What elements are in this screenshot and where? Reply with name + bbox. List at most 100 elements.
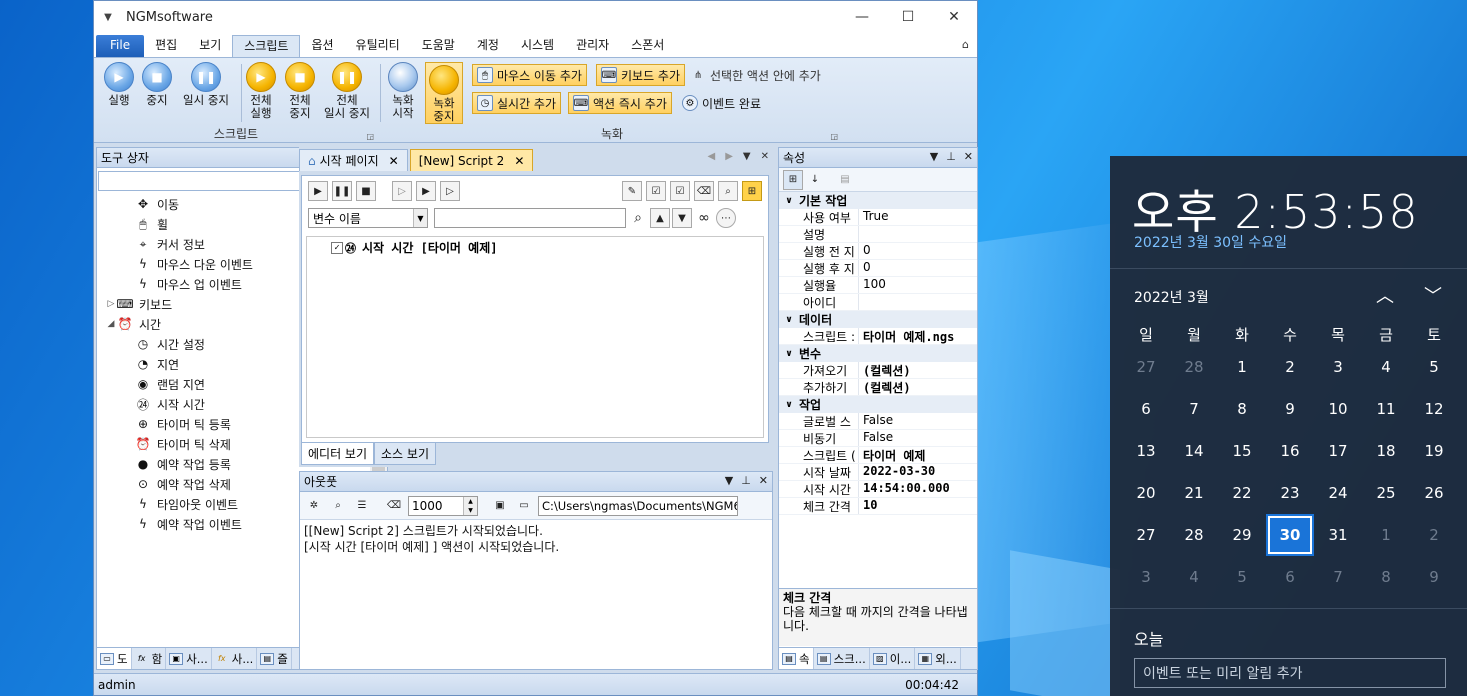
property-row[interactable]: 설명 [779,226,977,243]
categorized-icon[interactable]: ⊞ [783,169,803,190]
calendar-day[interactable]: 11 [1362,400,1410,418]
calendar-day[interactable]: 20 [1122,484,1170,502]
calendar-day[interactable]: 18 [1362,442,1410,460]
expanded-arrow-icon[interactable]: ◢ [105,319,117,329]
play-icon[interactable]: ▶ [308,181,328,201]
property-row[interactable]: 시작 시간 14:54:00.000 [779,481,977,498]
delete-icon[interactable]: ⌫ [694,181,714,201]
tab-properties[interactable]: ▤ 속 [779,648,814,669]
calendar-day[interactable]: 21 [1170,484,1218,502]
step-into-icon[interactable]: ▶ [416,181,436,201]
clock-date[interactable]: 2022년 3월 30일 수요일 [1134,232,1287,252]
calendar-day[interactable]: 29 [1218,526,1266,544]
pause-all-button[interactable]: ❚❚ 전체 일시 중지 [319,62,375,120]
calendar-day[interactable]: 15 [1218,442,1266,460]
calendar-day[interactable]: 4 [1170,568,1218,586]
tab-options[interactable]: 옵션 [300,35,344,57]
tab-sponsor[interactable]: 스폰서 [620,35,675,57]
property-value[interactable]: 100 [859,277,977,293]
calendar-day[interactable]: 16 [1266,442,1314,460]
event-done-button[interactable]: ⚙ 이벤트 완료 [678,92,765,114]
action-checkbox[interactable]: ✓ [331,241,343,254]
calendar-day[interactable]: 2 [1266,358,1314,376]
property-value[interactable]: True [859,209,977,225]
calendar-day[interactable]: 8 [1362,568,1410,586]
calendar-day[interactable]: 14 [1170,442,1218,460]
tab-help[interactable]: 도움말 [411,35,466,57]
property-category[interactable]: ∨ 데이터 [779,311,977,328]
dropdown-icon[interactable]: ▼ [930,150,938,163]
event-input[interactable]: 이벤트 또는 미리 알림 추가 [1134,658,1446,688]
search-icon[interactable]: ⌕ [718,181,738,201]
line-count-stepper[interactable]: 1000 ▲ ▼ [408,495,478,516]
folder-icon[interactable]: ▭ [514,496,534,516]
property-value[interactable]: 0 [859,243,977,259]
property-row[interactable]: 스크립트 : 타이머 예제.ngs [779,328,977,345]
calendar-day[interactable]: 28 [1170,358,1218,376]
close-icon[interactable]: ✕ [389,154,399,168]
calendar-day[interactable]: 6 [1266,568,1314,586]
tab-start-page[interactable]: ⌂ 시작 페이지 ✕ [299,149,408,171]
calendar-day[interactable]: 4 [1362,358,1410,376]
pause-icon[interactable]: ❚❚ [332,181,352,201]
calendar-day[interactable]: 22 [1218,484,1266,502]
tab-account[interactable]: 계정 [466,35,510,57]
pin-icon[interactable]: ⊥ [741,474,751,487]
calendar-month[interactable]: 2022년 3월 [1134,287,1209,307]
variable-value-input[interactable] [434,208,626,228]
calendar-day[interactable]: 3 [1122,568,1170,586]
tab-source-view[interactable]: 소스 보기 [374,442,436,465]
check-icon[interactable]: ☑ [670,181,690,201]
quick-access-icon[interactable]: ▼ [98,12,118,23]
calendar-day[interactable]: 28 [1170,526,1218,544]
property-row[interactable]: 비동기 False [779,430,977,447]
search-icon[interactable]: ⌕ [628,208,648,228]
chevron-down-icon[interactable]: ﹀ [1424,282,1442,308]
step-icon[interactable]: ▷ [392,181,412,201]
bug-icon[interactable]: ✲ [304,496,324,516]
tab-user-2[interactable]: fx 사... [212,648,258,669]
tab-file[interactable]: File [96,35,145,57]
tab-prev-icon[interactable]: ◀ [708,151,716,162]
list-icon[interactable]: ☰ [352,496,372,516]
close-icon[interactable]: ✕ [761,151,769,162]
property-row[interactable]: 실행 전 지0 [779,243,977,260]
tab-view[interactable]: 보기 [188,35,232,57]
property-value[interactable]: False [859,413,977,429]
more-icon[interactable]: ⋯ [716,208,736,228]
collapse-icon[interactable]: ∨ [779,196,799,206]
mouse-move-add-button[interactable]: 🖱 마우스 이동 추가 [472,64,587,86]
property-value[interactable]: 14:54:00.000 [859,481,977,497]
sort-az-icon[interactable]: ↓ [805,170,825,190]
property-value[interactable]: 2022-03-30 [859,464,977,480]
dropdown-icon[interactable]: ▼ [725,474,733,487]
run-all-button[interactable]: ▶ 전체 실행 [240,62,282,120]
ribbon-collapse-icon[interactable]: ⌂ [962,38,969,51]
check-all-icon[interactable]: ☑ [646,181,666,201]
property-value[interactable]: 타이머 예제 [859,447,977,463]
calendar-day[interactable]: 26 [1410,484,1458,502]
calendar-day[interactable]: 27 [1122,526,1170,544]
calendar-day[interactable]: 7 [1314,568,1362,586]
tab-system[interactable]: 시스템 [510,35,565,57]
infinity-icon[interactable]: ∞ [694,208,714,228]
calendar-day[interactable]: 10 [1314,400,1362,418]
log-path-field[interactable]: C:\Users\ngmas\Documents\NGM6\ [538,495,738,516]
keyboard-add-button[interactable]: ⌨ 키보드 추가 [596,64,686,86]
tab-external[interactable]: ▦ 외... [915,648,961,669]
move-up-icon[interactable]: ▲ [650,208,670,228]
property-row[interactable]: 가져오기 (컬렉션) [779,362,977,379]
property-row[interactable]: 체크 간격 10 [779,498,977,515]
add-in-selected-button[interactable]: ⋔ 선택한 액션 안에 추가 [686,64,825,86]
action-row[interactable]: ✓ ㉔ 시작 시간 [타이머 예제] [331,239,763,256]
tab-image[interactable]: ▨ 이... [870,648,916,669]
tab-script-2[interactable]: [New] Script 2 ✕ [409,149,534,171]
property-value[interactable]: 타이머 예제.ngs [859,328,977,344]
calendar-day[interactable]: 13 [1122,442,1170,460]
step-over-icon[interactable]: ▷ [440,181,460,201]
stop-icon[interactable]: ■ [356,181,376,201]
property-row[interactable]: 스크립트 (타이머 예제 [779,447,977,464]
stop-button[interactable]: ■ 중지 [136,62,178,107]
calendar-day[interactable]: 9 [1410,568,1458,586]
tab-list-icon[interactable]: ▼ [743,151,751,162]
